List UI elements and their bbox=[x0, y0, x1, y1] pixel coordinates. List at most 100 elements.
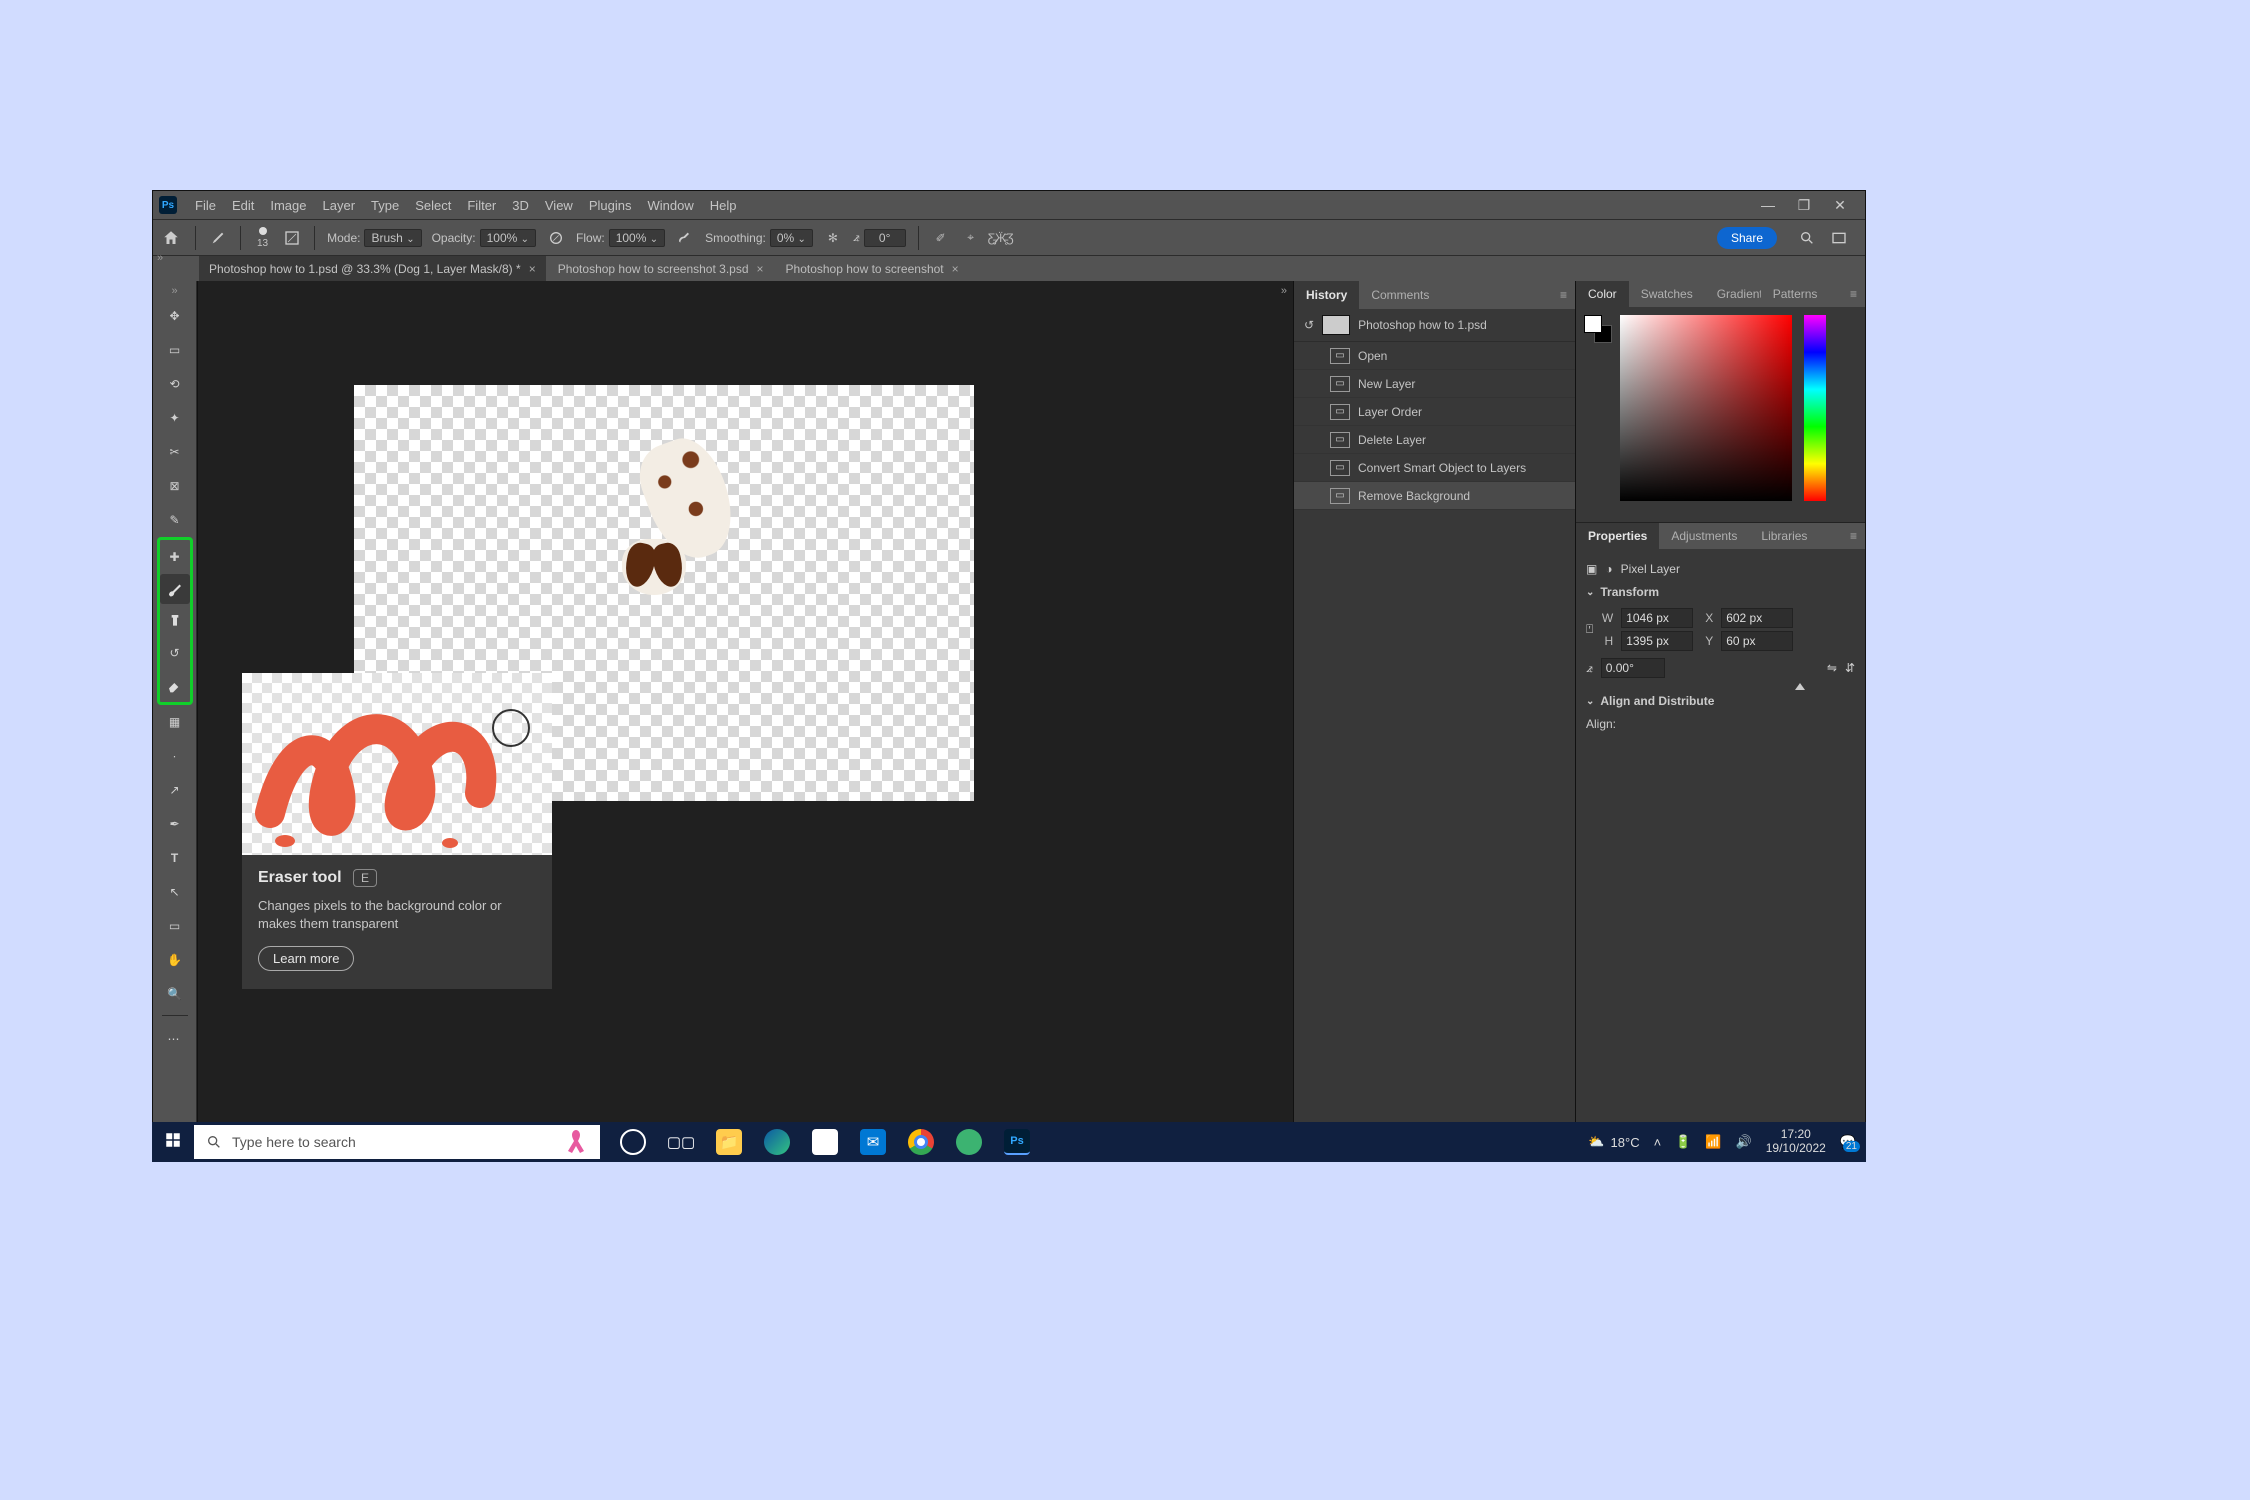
cortana-icon[interactable] bbox=[620, 1129, 646, 1155]
rectangle-tool[interactable]: ▭ bbox=[160, 911, 190, 941]
weather-widget[interactable]: ⛅ 18°C bbox=[1588, 1134, 1639, 1150]
pressure-size-icon[interactable]: ✐ bbox=[931, 228, 951, 248]
history-item[interactable]: ▭Open bbox=[1294, 342, 1575, 370]
tab-comments[interactable]: Comments bbox=[1359, 281, 1441, 309]
menu-filter[interactable]: Filter bbox=[459, 198, 504, 213]
panel-menu-icon[interactable]: ≡ bbox=[1842, 529, 1865, 543]
brush-settings-icon[interactable] bbox=[282, 228, 302, 248]
document-tab[interactable]: Photoshop how to screenshot 3.psd × bbox=[548, 256, 774, 281]
butterfly-icon[interactable]: Ƹ̵̡Ӝ̵̨̄Ʒ bbox=[991, 228, 1011, 248]
healing-brush-tool[interactable]: ✚ bbox=[160, 542, 190, 572]
hue-slider-handle-icon[interactable] bbox=[1795, 683, 1805, 690]
collapse-tools-icon[interactable]: » bbox=[171, 285, 177, 297]
clone-stamp-tool[interactable] bbox=[160, 606, 190, 636]
history-snapshot-thumb[interactable] bbox=[1322, 315, 1350, 335]
window-restore-icon[interactable]: ❐ bbox=[1793, 197, 1815, 214]
mail-icon[interactable]: ✉ bbox=[860, 1129, 886, 1155]
brush-preview[interactable]: 13 bbox=[253, 227, 272, 249]
volume-icon[interactable]: 🔊 bbox=[1736, 1134, 1752, 1150]
window-close-icon[interactable]: ✕ bbox=[1829, 197, 1851, 214]
height-input[interactable] bbox=[1621, 631, 1693, 651]
y-input[interactable] bbox=[1721, 631, 1793, 651]
history-item[interactable]: ▭Layer Order bbox=[1294, 398, 1575, 426]
photoshop-taskbar-icon[interactable]: Ps bbox=[1004, 1129, 1030, 1155]
close-tab-icon[interactable]: × bbox=[757, 262, 764, 276]
align-section[interactable]: ⌄ Align and Distribute bbox=[1586, 688, 1855, 714]
pressure-opacity-icon[interactable] bbox=[546, 228, 566, 248]
clock[interactable]: 17:20 19/10/2022 bbox=[1766, 1128, 1826, 1156]
history-item[interactable]: ▭Convert Smart Object to Layers bbox=[1294, 454, 1575, 482]
color-picker-field[interactable] bbox=[1620, 315, 1792, 501]
tab-patterns[interactable]: Patterns bbox=[1761, 281, 1830, 307]
mode-select[interactable]: Brush ⌄ bbox=[364, 229, 421, 247]
tab-properties[interactable]: Properties bbox=[1576, 523, 1659, 549]
more-tools-icon[interactable]: ⋯ bbox=[160, 1022, 190, 1052]
task-view-icon[interactable]: ▢▢ bbox=[668, 1129, 694, 1155]
start-button[interactable] bbox=[152, 1131, 194, 1154]
link-wh-icon[interactable]: ⍞ bbox=[1586, 622, 1593, 637]
menu-view[interactable]: View bbox=[537, 198, 581, 213]
history-item[interactable]: ▭New Layer bbox=[1294, 370, 1575, 398]
tab-history[interactable]: History bbox=[1294, 281, 1359, 309]
brush-tool[interactable] bbox=[160, 574, 190, 604]
eyedropper-tool[interactable]: ✎ bbox=[160, 505, 190, 535]
crop-tool[interactable]: ✂ bbox=[160, 437, 190, 467]
history-item-selected[interactable]: ▭Remove Background bbox=[1294, 482, 1575, 510]
menu-layer[interactable]: Layer bbox=[315, 198, 364, 213]
home-icon[interactable] bbox=[159, 226, 183, 250]
menu-help[interactable]: Help bbox=[702, 198, 745, 213]
workspace-switcher-icon[interactable] bbox=[1829, 228, 1849, 248]
fg-bg-swatch[interactable] bbox=[1584, 315, 1612, 343]
collapse-gutter-icon[interactable]: » bbox=[1281, 285, 1287, 297]
smoothing-options-icon[interactable]: ✻ bbox=[823, 228, 843, 248]
panel-menu-icon[interactable]: ≡ bbox=[1842, 287, 1865, 301]
window-minimize-icon[interactable]: — bbox=[1757, 197, 1779, 214]
flip-horizontal-icon[interactable]: ⇋ bbox=[1827, 661, 1837, 675]
wifi-icon[interactable]: 📶 bbox=[1705, 1134, 1721, 1150]
history-brush-source-icon[interactable]: ↺ bbox=[1304, 318, 1314, 332]
history-brush-tool[interactable]: ↺ bbox=[160, 638, 190, 668]
menu-file[interactable]: File bbox=[187, 198, 224, 213]
opacity-input[interactable]: 100% ⌄ bbox=[480, 229, 536, 247]
smoothing-input[interactable]: 0% ⌄ bbox=[770, 229, 813, 247]
type-tool[interactable]: T bbox=[160, 843, 190, 873]
battery-icon[interactable]: 🔋 bbox=[1675, 1134, 1691, 1150]
tab-color[interactable]: Color bbox=[1576, 281, 1629, 307]
dodge-tool[interactable]: ↗ bbox=[160, 775, 190, 805]
notifications-icon[interactable]: 💬21 bbox=[1840, 1134, 1856, 1150]
menu-image[interactable]: Image bbox=[262, 198, 314, 213]
menu-type[interactable]: Type bbox=[363, 198, 407, 213]
symmetry-icon[interactable]: ⌖ bbox=[961, 228, 981, 248]
app-icon[interactable] bbox=[956, 1129, 982, 1155]
history-item[interactable]: ▭Delete Layer bbox=[1294, 426, 1575, 454]
menu-select[interactable]: Select bbox=[407, 198, 459, 213]
width-input[interactable] bbox=[1621, 608, 1693, 628]
search-icon[interactable] bbox=[1797, 228, 1817, 248]
move-tool[interactable]: ✥ bbox=[160, 301, 190, 331]
tab-swatches[interactable]: Swatches bbox=[1629, 281, 1705, 307]
blur-tool[interactable]: ∙ bbox=[160, 741, 190, 771]
menu-edit[interactable]: Edit bbox=[224, 198, 262, 213]
angle-input[interactable] bbox=[1601, 658, 1665, 678]
document-tab[interactable]: Photoshop how to screenshot × bbox=[776, 256, 969, 281]
edge-icon[interactable] bbox=[764, 1129, 790, 1155]
transform-section[interactable]: ⌄ Transform bbox=[1586, 579, 1855, 605]
flow-input[interactable]: 100% ⌄ bbox=[609, 229, 665, 247]
tab-adjustments[interactable]: Adjustments bbox=[1659, 523, 1749, 549]
close-tab-icon[interactable]: × bbox=[952, 262, 959, 276]
share-button[interactable]: Share bbox=[1717, 227, 1777, 249]
lasso-tool[interactable]: ⟲ bbox=[160, 369, 190, 399]
file-explorer-icon[interactable]: 📁 bbox=[716, 1129, 742, 1155]
tray-chevron-icon[interactable]: ˄ bbox=[1654, 1135, 1662, 1150]
frame-tool[interactable]: ⊠ bbox=[160, 471, 190, 501]
quick-select-tool[interactable]: ✦ bbox=[160, 403, 190, 433]
angle-input[interactable]: 0° bbox=[864, 229, 906, 247]
flip-vertical-icon[interactable]: ⇵ bbox=[1845, 661, 1855, 675]
tab-gradients[interactable]: Gradients bbox=[1705, 281, 1761, 307]
tab-libraries[interactable]: Libraries bbox=[1749, 523, 1819, 549]
menu-plugins[interactable]: Plugins bbox=[581, 198, 640, 213]
x-input[interactable] bbox=[1721, 608, 1793, 628]
learn-more-button[interactable]: Learn more bbox=[258, 946, 354, 971]
marquee-tool[interactable]: ▭ bbox=[160, 335, 190, 365]
taskbar-search[interactable]: Type here to search bbox=[194, 1125, 600, 1159]
